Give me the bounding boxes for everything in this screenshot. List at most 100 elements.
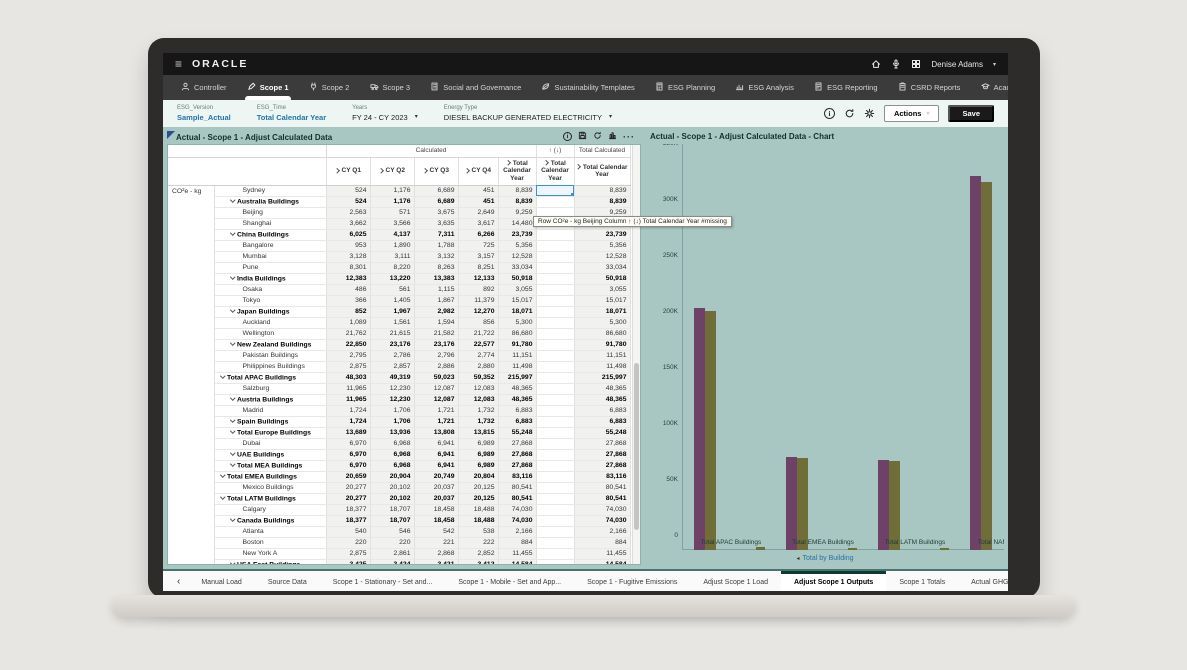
- row-member-name[interactable]: New York A: [214, 548, 326, 559]
- grid-cell[interactable]: 59,352: [458, 372, 498, 383]
- grid-cell[interactable]: 22,850: [326, 339, 370, 350]
- grid-cell[interactable]: 451: [458, 196, 498, 207]
- total-by-building-link[interactable]: Total by Building: [803, 555, 854, 562]
- grid-cell[interactable]: 3,111: [370, 251, 414, 262]
- grid-cell[interactable]: [536, 394, 574, 405]
- grid-cell[interactable]: 12,270: [458, 306, 498, 317]
- user-caret-down-icon[interactable]: ▾: [993, 61, 996, 68]
- grid-cell[interactable]: 2,875: [326, 548, 370, 559]
- grid-cell[interactable]: 486: [326, 284, 370, 295]
- grid-cell[interactable]: 13,689: [326, 427, 370, 438]
- column-header[interactable]: CY Q4: [458, 157, 498, 185]
- row-member-name[interactable]: Madrid: [214, 405, 326, 416]
- grid-cell[interactable]: 18,458: [414, 504, 458, 515]
- grid-cell[interactable]: 83,116: [498, 471, 536, 482]
- info-icon[interactable]: i: [824, 108, 835, 119]
- row-member-name[interactable]: UAE Buildings: [214, 449, 326, 460]
- grid-cell[interactable]: [536, 537, 574, 548]
- grid-cell[interactable]: 48,365: [498, 383, 536, 394]
- grid-cell[interactable]: 6,883: [498, 405, 536, 416]
- grid-cell[interactable]: 2,796: [414, 350, 458, 361]
- grid-cell[interactable]: 27,868: [498, 460, 536, 471]
- bottom-tab-adjust-scope-1-load[interactable]: Adjust Scope 1 Load: [690, 571, 781, 591]
- grid-cell[interactable]: [536, 361, 574, 372]
- grid-cell[interactable]: 2,774: [458, 350, 498, 361]
- grid-cell[interactable]: 6,883: [574, 416, 630, 427]
- grid-cell[interactable]: 11,965: [326, 394, 370, 405]
- bar-total-calculated[interactable]: [797, 458, 808, 550]
- grid-cell[interactable]: 221: [414, 537, 458, 548]
- grid-cell[interactable]: 74,030: [574, 504, 630, 515]
- grid-cell[interactable]: 1,724: [326, 416, 370, 427]
- grid-cell[interactable]: 1,867: [414, 295, 458, 306]
- grid-cell[interactable]: 8,839: [574, 196, 630, 207]
- grid-info-icon[interactable]: i: [563, 132, 572, 141]
- row-member-name[interactable]: Tokyo: [214, 295, 326, 306]
- grid-cell[interactable]: 27,868: [574, 438, 630, 449]
- grid-cell[interactable]: 2,649: [458, 207, 498, 218]
- grid-cell[interactable]: 12,528: [498, 251, 536, 262]
- grid-cell[interactable]: 2,982: [414, 306, 458, 317]
- grid-cell[interactable]: 222: [458, 537, 498, 548]
- bottom-tab-source-data[interactable]: Source Data: [255, 571, 320, 591]
- grid-cell[interactable]: 27,868: [574, 449, 630, 460]
- grid-cell[interactable]: [536, 240, 574, 251]
- grid-cell[interactable]: 18,707: [370, 504, 414, 515]
- grid-cell[interactable]: 220: [326, 537, 370, 548]
- grid-cell[interactable]: [536, 482, 574, 493]
- grid-cell[interactable]: 2,861: [370, 548, 414, 559]
- grid-cell[interactable]: [536, 515, 574, 526]
- grid-cell[interactable]: 1,890: [370, 240, 414, 251]
- grid-cell[interactable]: 6,266: [458, 229, 498, 240]
- grid-cell[interactable]: [536, 383, 574, 394]
- grid-cell[interactable]: 7,311: [414, 229, 458, 240]
- grid-cell[interactable]: [536, 262, 574, 273]
- grid-cell[interactable]: [536, 339, 574, 350]
- row-member-name[interactable]: Salzburg: [214, 383, 326, 394]
- tabs-scroll-left-icon[interactable]: ‹: [169, 571, 188, 591]
- grid-cell[interactable]: 22,577: [458, 339, 498, 350]
- grid-cell[interactable]: [536, 251, 574, 262]
- grid-cell[interactable]: 11,455: [498, 548, 536, 559]
- row-member-name[interactable]: Mexico Buildings: [214, 482, 326, 493]
- grid-cell[interactable]: 20,037: [414, 493, 458, 504]
- grid-cell[interactable]: 1,405: [370, 295, 414, 306]
- row-member-name[interactable]: Calgary: [214, 504, 326, 515]
- grid-cell[interactable]: 18,071: [574, 306, 630, 317]
- save-button[interactable]: Save: [948, 105, 994, 122]
- apps-grid-icon[interactable]: [911, 59, 921, 69]
- grid-cell[interactable]: 12,383: [326, 273, 370, 284]
- grid-cell[interactable]: 11,151: [498, 350, 536, 361]
- grid-cell[interactable]: 561: [370, 284, 414, 295]
- grid-cell[interactable]: 12,087: [414, 383, 458, 394]
- grid-cell[interactable]: 2,857: [370, 361, 414, 372]
- bar-total-calendar-year[interactable]: [970, 176, 981, 550]
- grid-cell[interactable]: 12,230: [370, 394, 414, 405]
- grid-cell[interactable]: 13,936: [370, 427, 414, 438]
- bar-small-adjustment-stub[interactable]: [848, 548, 857, 550]
- grid-chart-icon[interactable]: [608, 131, 617, 142]
- grid-cell[interactable]: [536, 295, 574, 306]
- grid-cell[interactable]: 892: [458, 284, 498, 295]
- grid-cell[interactable]: 59,023: [414, 372, 458, 383]
- bar-small-adjustment-stub[interactable]: [756, 547, 765, 550]
- grid-more-icon[interactable]: ···: [623, 134, 635, 140]
- grid-cell[interactable]: 27,868: [574, 460, 630, 471]
- bottom-tab-manual-load[interactable]: Manual Load: [188, 571, 254, 591]
- grid-cell[interactable]: 11,498: [574, 361, 630, 372]
- nav-tab-esg-reporting[interactable]: ESG Reporting: [810, 75, 881, 100]
- grid-cell[interactable]: 6,883: [498, 416, 536, 427]
- grid-cell[interactable]: [536, 548, 574, 559]
- bar-total-calculated[interactable]: [705, 311, 716, 550]
- grid-cell[interactable]: 2,886: [414, 361, 458, 372]
- grid-vertical-scrollbar[interactable]: [632, 145, 640, 564]
- grid-save-icon[interactable]: [578, 131, 587, 142]
- grid-cell[interactable]: 12,230: [370, 383, 414, 394]
- grid-cell[interactable]: 1,706: [370, 405, 414, 416]
- grid-cell[interactable]: 15,017: [498, 295, 536, 306]
- grid-cell[interactable]: 4,137: [370, 229, 414, 240]
- row-member-name[interactable]: Mumbai: [214, 251, 326, 262]
- row-member-name[interactable]: Canada Buildings: [214, 515, 326, 526]
- bottom-tab-scope-1-fugitive-emissions[interactable]: Scope 1 - Fugitive Emissions: [574, 571, 690, 591]
- grid-cell[interactable]: 74,030: [574, 515, 630, 526]
